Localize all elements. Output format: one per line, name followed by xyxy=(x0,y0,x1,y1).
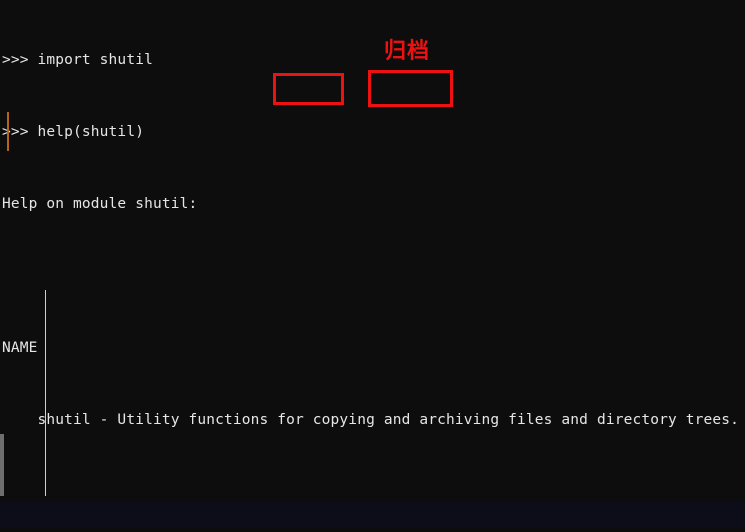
orange-marker-bar xyxy=(7,112,9,151)
annotation-chinese-label: 归档 xyxy=(384,39,431,64)
terminal-line: NAME xyxy=(2,340,38,356)
annotation-box-archiving xyxy=(368,70,453,107)
indent-guide-line xyxy=(45,290,46,496)
terminal-window: >>> import shutil >>> help(shutil) Help … xyxy=(0,0,745,532)
terminal-line: >>> help(shutil) xyxy=(2,124,145,140)
terminal-line: >>> import shutil xyxy=(2,52,153,68)
terminal-line: shutil - Utility functions for copying a… xyxy=(2,412,740,428)
scrollbar-thumb[interactable] xyxy=(0,434,4,496)
annotation-box-copying xyxy=(273,73,344,105)
terminal-line: Help on module shutil: xyxy=(2,196,198,212)
